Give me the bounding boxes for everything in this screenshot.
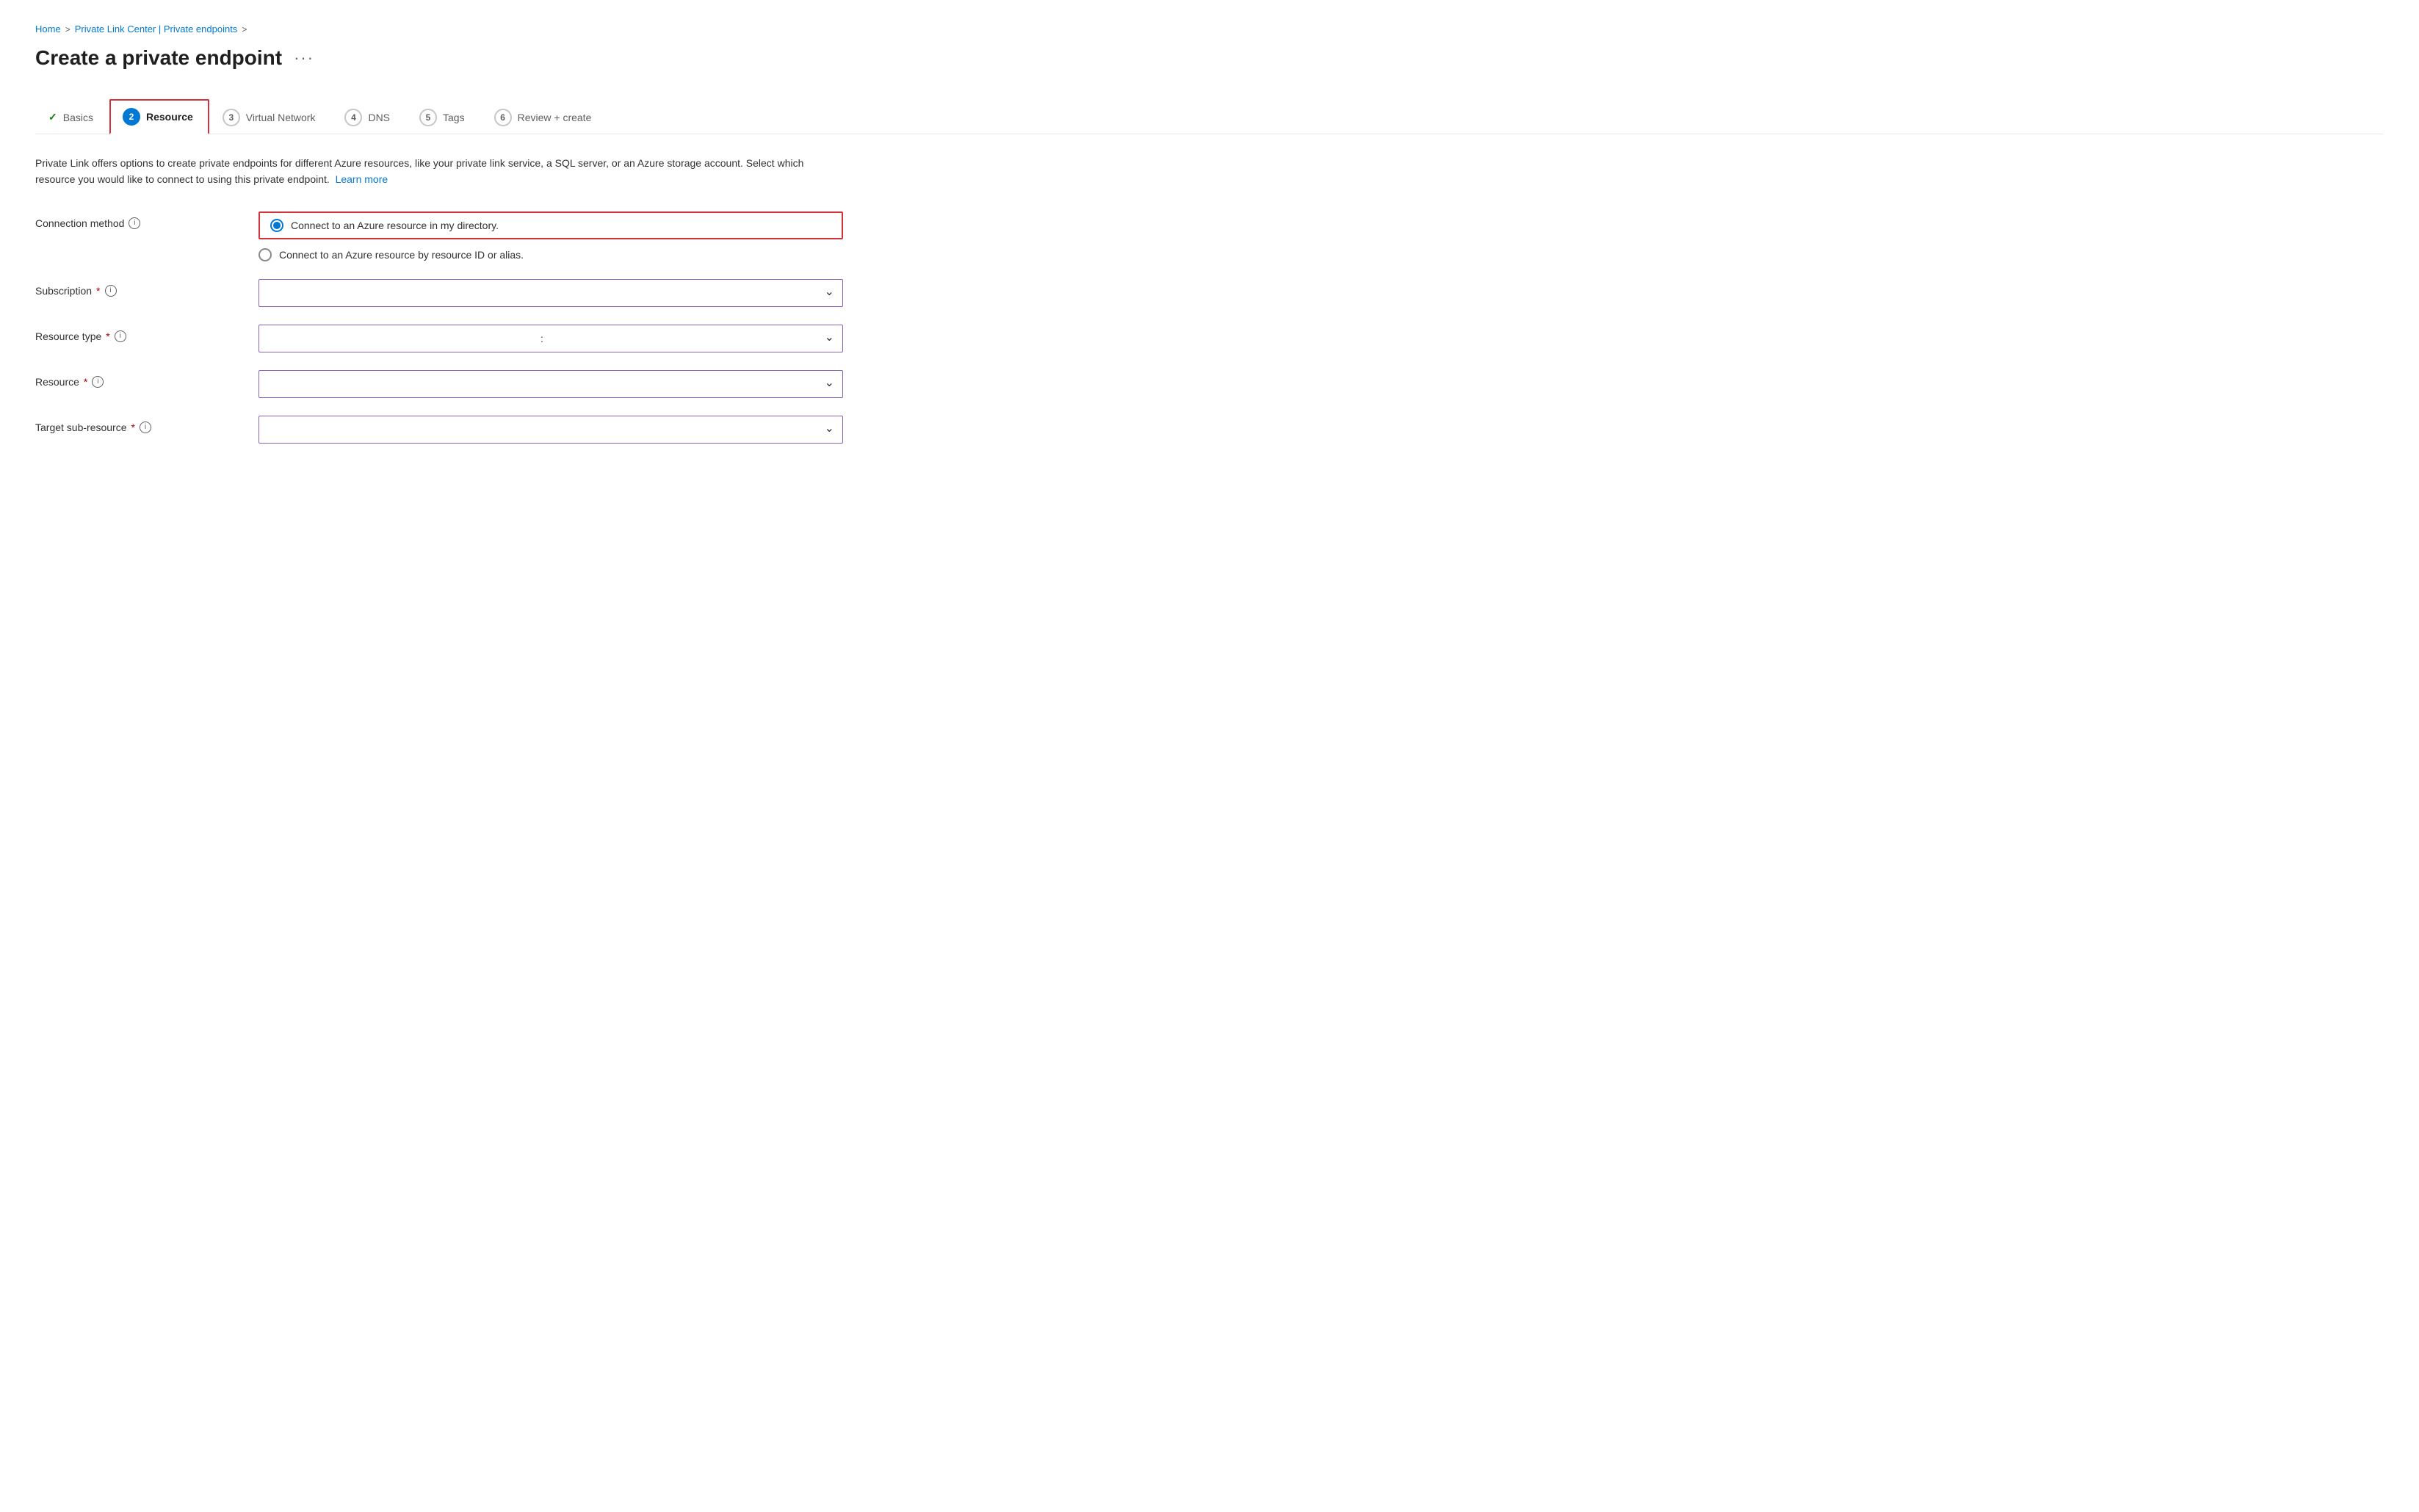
radio-option-directory[interactable]: Connect to an Azure resource in my direc… (258, 211, 843, 239)
resource-field (258, 370, 843, 398)
tags-step-number: 5 (419, 109, 437, 126)
resource-type-row: Resource type * i : (35, 325, 843, 352)
connection-method-radio-group: Connect to an Azure resource in my direc… (258, 211, 843, 261)
resource-step-number: 2 (123, 108, 140, 126)
subscription-row: Subscription * i (35, 279, 843, 307)
breadcrumb-home[interactable]: Home (35, 23, 61, 35)
target-sub-resource-info-icon[interactable]: i (140, 422, 151, 433)
resource-required-star: * (84, 376, 87, 388)
tab-review-create[interactable]: 6 Review + create (481, 100, 608, 134)
description-text: Private Link offers options to create pr… (35, 155, 843, 188)
tab-virtual-network[interactable]: 3 Virtual Network (209, 100, 332, 134)
radio-resource-id-circle (258, 248, 272, 261)
learn-more-link[interactable]: Learn more (336, 173, 388, 185)
tab-tags[interactable]: 5 Tags (406, 100, 481, 134)
resource-row: Resource * i (35, 370, 843, 398)
resource-select-wrapper (258, 370, 843, 398)
resource-type-select-wrapper: : (258, 325, 843, 352)
subscription-label: Subscription * i (35, 279, 241, 297)
breadcrumb-private-link[interactable]: Private Link Center | Private endpoints (75, 23, 238, 35)
resource-form: Connection method i Connect to an Azure … (35, 211, 843, 444)
subscription-info-icon[interactable]: i (105, 285, 117, 297)
page-header: Create a private endpoint ··· (35, 46, 2384, 70)
radio-resource-id-label: Connect to an Azure resource by resource… (279, 249, 524, 261)
subscription-select-wrapper (258, 279, 843, 307)
tab-dns[interactable]: 4 DNS (331, 100, 406, 134)
tab-basics[interactable]: ✓ Basics (35, 102, 109, 131)
tab-review-create-label: Review + create (518, 112, 592, 123)
breadcrumb: Home > Private Link Center | Private end… (35, 23, 2384, 35)
virtual-network-step-number: 3 (223, 109, 240, 126)
dns-step-number: 4 (344, 109, 362, 126)
review-create-step-number: 6 (494, 109, 512, 126)
tab-tags-label: Tags (443, 112, 465, 123)
connection-method-info-icon[interactable]: i (129, 217, 140, 229)
connection-method-label: Connection method i (35, 211, 241, 229)
subscription-required-star: * (96, 285, 100, 297)
steps-navigation: ✓ Basics 2 Resource 3 Virtual Network 4 … (35, 99, 2384, 134)
target-sub-resource-field (258, 416, 843, 444)
target-sub-resource-row: Target sub-resource * i (35, 416, 843, 444)
target-sub-resource-label: Target sub-resource * i (35, 416, 241, 433)
resource-type-field: : (258, 325, 843, 352)
target-sub-resource-select[interactable] (258, 416, 843, 444)
radio-directory-circle (270, 219, 283, 232)
tab-basics-label: Basics (63, 112, 93, 123)
resource-label: Resource * i (35, 370, 241, 388)
connection-method-field: Connect to an Azure resource in my direc… (258, 211, 843, 261)
radio-directory-label: Connect to an Azure resource in my direc… (291, 220, 499, 231)
tab-virtual-network-label: Virtual Network (246, 112, 316, 123)
page-title: Create a private endpoint (35, 46, 282, 70)
resource-select[interactable] (258, 370, 843, 398)
target-sub-resource-select-wrapper (258, 416, 843, 444)
tab-resource-label: Resource (146, 111, 193, 123)
radio-option-resource-id[interactable]: Connect to an Azure resource by resource… (258, 248, 843, 261)
basics-check-icon: ✓ (48, 111, 57, 123)
connection-method-row: Connection method i Connect to an Azure … (35, 211, 843, 261)
resource-type-required-star: * (106, 330, 109, 342)
target-sub-resource-required-star: * (131, 422, 135, 433)
tab-dns-label: DNS (368, 112, 390, 123)
subscription-select[interactable] (258, 279, 843, 307)
resource-type-label: Resource type * i (35, 325, 241, 342)
resource-type-select[interactable]: : (258, 325, 843, 352)
tab-resource[interactable]: 2 Resource (109, 99, 209, 134)
subscription-field (258, 279, 843, 307)
ellipsis-menu-icon[interactable]: ··· (294, 48, 314, 68)
resource-info-icon[interactable]: i (92, 376, 104, 388)
resource-type-info-icon[interactable]: i (115, 330, 126, 342)
